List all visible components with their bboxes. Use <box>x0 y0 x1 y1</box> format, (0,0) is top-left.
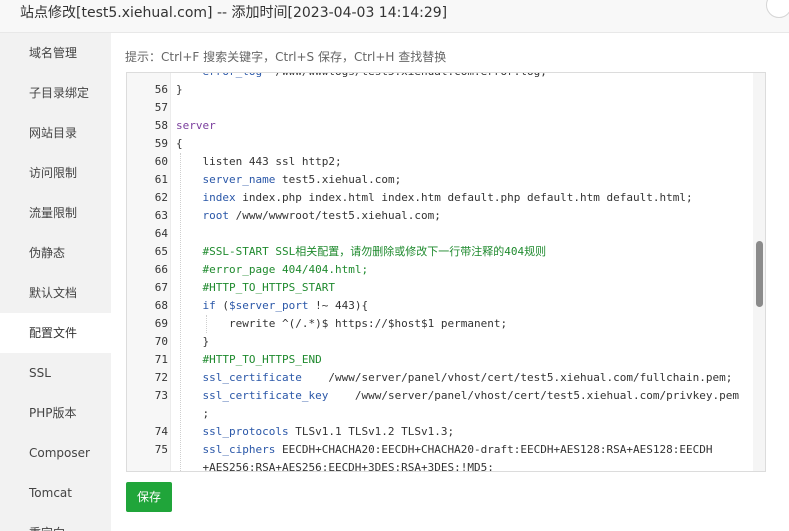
code-line: 71 #HTTP_TO_HTTPS_END <box>127 351 765 369</box>
code-text: #SSL-START SSL相关配置，请勿删除或修改下一行带注释的404规则 <box>202 245 547 258</box>
sidebar-item-domain[interactable]: 域名管理 <box>0 33 111 73</box>
code-line: 73 ssl_certificate_key /www/server/panel… <box>127 387 765 405</box>
sidebar-item-config[interactable]: 配置文件 <box>0 313 111 353</box>
sidebar-item-redirect[interactable]: 重定向 <box>0 513 111 531</box>
code-line: +AES256:RSA+AES256:EECDH+3DES:RSA+3DES:!… <box>127 459 765 472</box>
sidebar-item-php[interactable]: PHP版本 <box>0 393 111 433</box>
sidebar-item-label: 流量限制 <box>29 206 78 220</box>
sidebar-item-label: Composer <box>29 446 90 460</box>
code-line: 58 server <box>127 117 765 135</box>
sidebar-item-label: PHP版本 <box>29 406 77 420</box>
window-title: 站点修改[test5.xiehual.com] -- 添加时间[2023-04-… <box>20 5 448 21</box>
main-panel: 提示：Ctrl+F 搜索关键字，Ctrl+S 保存，Ctrl+H 查找替换 er… <box>111 33 789 531</box>
sidebar-item-label: 配置文件 <box>29 326 78 340</box>
line-number: 64 <box>154 227 168 240</box>
line-number: 67 <box>154 281 168 294</box>
code-text: #HTTP_TO_HTTPS_START <box>202 281 335 294</box>
shortcut-hint: 提示：Ctrl+F 搜索关键字，Ctrl+S 保存，Ctrl+H 查找替换 <box>125 50 447 64</box>
sidebar-item-label: Tomcat <box>29 486 72 500</box>
code-line: 72 ssl_certificate /www/server/panel/vho… <box>127 369 765 387</box>
code-text: server_name test5.xiehual.com; <box>202 173 402 186</box>
line-number: 65 <box>154 245 168 258</box>
line-number: 62 <box>154 191 168 204</box>
code-text: ssl_ciphers EECDH+CHACHA20:EECDH+CHACHA2… <box>202 443 713 456</box>
code-line: 60 listen 443 ssl http2; <box>127 153 765 171</box>
indent-guide <box>180 153 181 471</box>
code-text: } <box>176 83 183 96</box>
config-editor[interactable]: error_log /www/wwwlogs/test5.xiehual.com… <box>126 72 766 472</box>
sidebar-item-rewrite[interactable]: 伪静态 <box>0 233 111 273</box>
line-number: 63 <box>154 209 168 222</box>
sidebar-item-subdir[interactable]: 子目录绑定 <box>0 73 111 113</box>
line-number: 72 <box>154 371 168 384</box>
line-number: 75 <box>154 443 168 456</box>
sidebar-item-access[interactable]: 访问限制 <box>0 153 111 193</box>
line-number: 60 <box>154 155 168 168</box>
save-button[interactable]: 保存 <box>126 482 172 512</box>
sidebar-item-label: 网站目录 <box>29 126 78 140</box>
code-line: 66 #error_page 404/404.html; <box>127 261 765 279</box>
code-line: error_log /www/wwwlogs/test5.xiehual.com… <box>127 73 765 81</box>
code-text: if ($server_port !~ 443){ <box>202 299 369 312</box>
code-line: 62 index index.php index.html index.htm … <box>127 189 765 207</box>
code-text: server <box>176 119 216 132</box>
code-line: 67 #HTTP_TO_HTTPS_START <box>127 279 765 297</box>
code-line: 64 <box>127 225 765 243</box>
sidebar-item-label: 域名管理 <box>29 46 78 60</box>
code-text: ssl_certificate /www/server/panel/vhost/… <box>202 371 733 384</box>
code-line: 63 root /www/wwwroot/test5.xiehual.com; <box>127 207 765 225</box>
sidebar-item-label: SSL <box>29 366 51 380</box>
line-number: 70 <box>154 335 168 348</box>
code-text: error_log /www/wwwlogs/test5.xiehual.com… <box>176 73 547 81</box>
indent-guide <box>206 315 207 333</box>
sidebar-item-site-dir[interactable]: 网站目录 <box>0 113 111 153</box>
code-text: index index.php index.html index.htm def… <box>202 191 693 204</box>
line-number: 69 <box>154 317 168 330</box>
code-text: root /www/wwwroot/test5.xiehual.com; <box>202 209 441 222</box>
code-text: { <box>176 137 183 150</box>
sidebar-item-label: 伪静态 <box>29 246 66 260</box>
sidebar-item-traffic[interactable]: 流量限制 <box>0 193 111 233</box>
code-line: 68 if ($server_port !~ 443){ <box>127 297 765 315</box>
sidebar-item-label: 子目录绑定 <box>29 86 90 100</box>
line-number: 74 <box>154 425 168 438</box>
sidebar-item-ssl[interactable]: SSL <box>0 353 111 393</box>
sidebar-item-label: 默认文档 <box>29 286 78 300</box>
line-number: 57 <box>154 101 168 114</box>
window-titlebar: 站点修改[test5.xiehual.com] -- 添加时间[2023-04-… <box>0 0 789 33</box>
code-text: rewrite ^(/.*)$ https://$host$1 permanen… <box>176 317 508 330</box>
line-number: 68 <box>154 299 168 312</box>
line-number: 58 <box>154 119 168 132</box>
line-number: 56 <box>154 83 168 96</box>
code-line: 70 } <box>127 333 765 351</box>
sidebar-item-label: 访问限制 <box>29 166 78 180</box>
code-text: listen 443 ssl http2; <box>176 155 342 168</box>
code-line: 69 rewrite ^(/.*)$ https://$host$1 perma… <box>127 315 765 333</box>
sidebar-item-label: 重定向 <box>29 513 65 531</box>
code-text: ssl_protocols TLSv1.1 TLSv1.2 TLSv1.3; <box>202 425 455 438</box>
code-text: ssl_certificate_key /www/server/panel/vh… <box>202 389 739 402</box>
line-number: 66 <box>154 263 168 276</box>
code-text: #error_page 404/404.html; <box>202 263 369 276</box>
code-line: 56} <box>127 81 765 99</box>
code-line: 61 server_name test5.xiehual.com; <box>127 171 765 189</box>
code-line: 75 ssl_ciphers EECDH+CHACHA20:EECDH+CHAC… <box>127 441 765 459</box>
line-number: 59 <box>154 137 168 150</box>
line-number: 73 <box>154 389 168 402</box>
sidebar-item-composer[interactable]: Composer <box>0 433 111 473</box>
line-number: 61 <box>154 173 168 186</box>
code-text: +AES256:RSA+AES256:EECDH+3DES:RSA+3DES:!… <box>176 461 494 472</box>
code-line: 74 ssl_protocols TLSv1.1 TLSv1.2 TLSv1.3… <box>127 423 765 441</box>
sidebar-item-tomcat[interactable]: Tomcat <box>0 473 111 513</box>
sidebar-item-default-doc[interactable]: 默认文档 <box>0 273 111 313</box>
sidebar: 域名管理 子目录绑定 网站目录 访问限制 流量限制 伪静态 默认文档 配置文件 … <box>0 33 111 531</box>
code-text: #HTTP_TO_HTTPS_END <box>202 353 322 366</box>
code-line: 57 <box>127 99 765 117</box>
code-line: 59 { <box>127 135 765 153</box>
code-line: ; <box>127 405 765 423</box>
line-number: 71 <box>154 353 168 366</box>
code-line: 65 #SSL-START SSL相关配置，请勿删除或修改下一行带注释的404规… <box>127 243 765 261</box>
